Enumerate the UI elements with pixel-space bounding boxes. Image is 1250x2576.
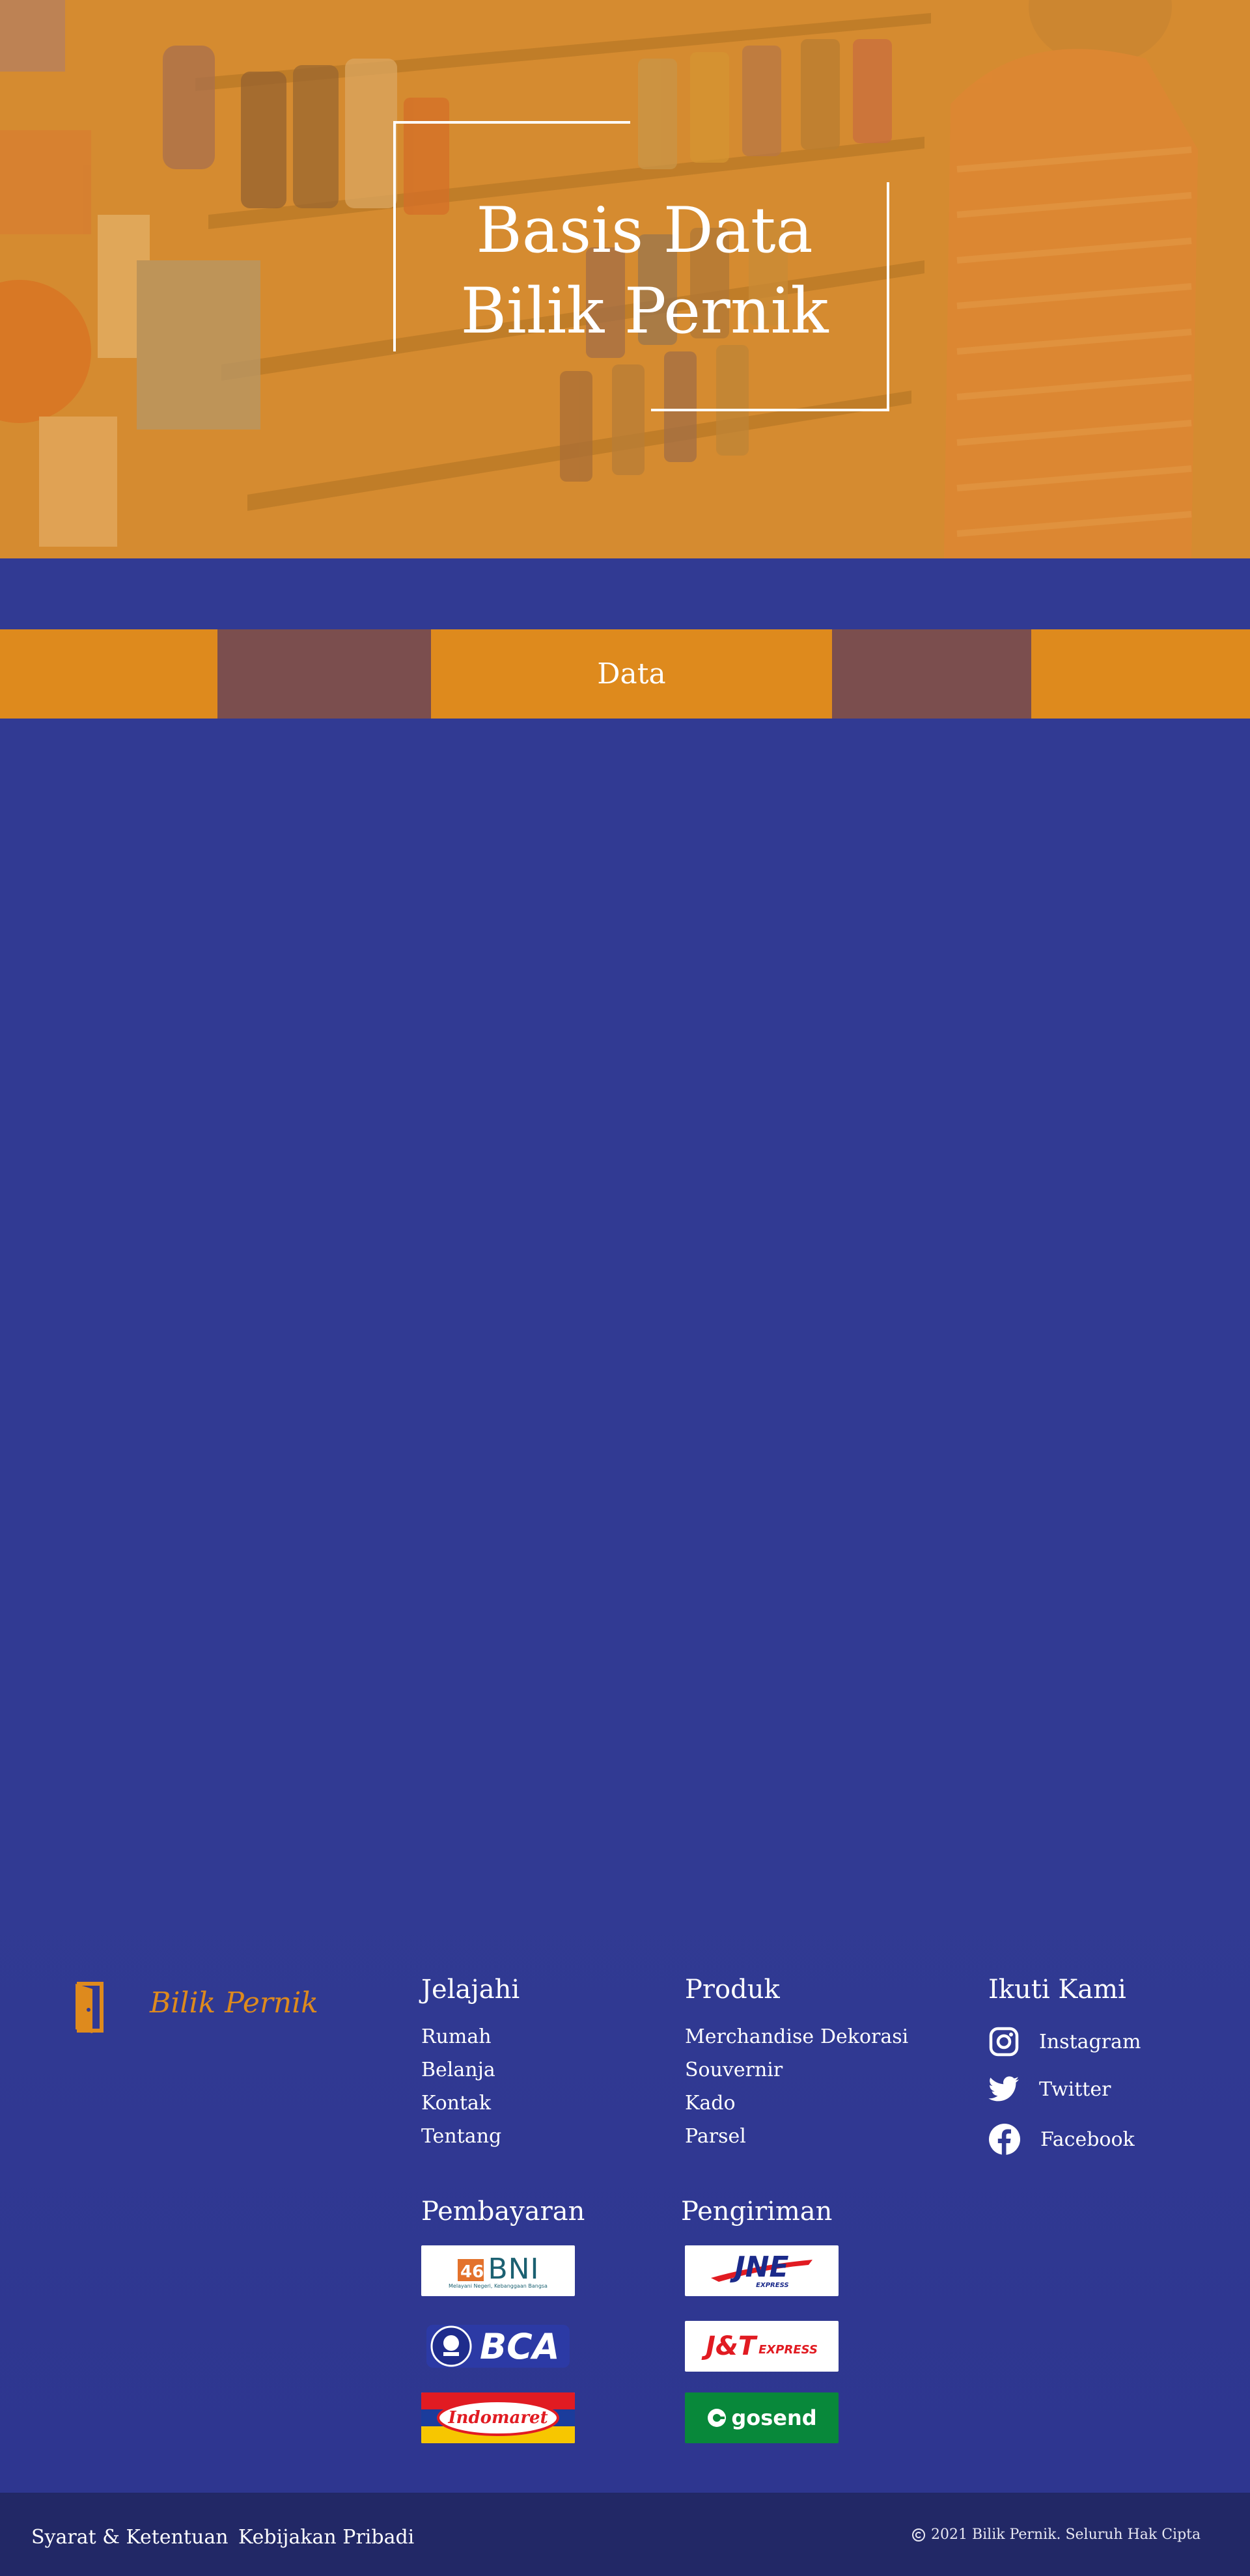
svg-text:46: 46 xyxy=(460,2262,484,2282)
footer-logo[interactable] xyxy=(73,1981,105,2033)
bca-logo-text: BCA xyxy=(480,2326,560,2367)
jnt-logo-text: J&T xyxy=(706,2331,757,2361)
page-title-line1: Basis Data xyxy=(476,194,813,267)
twitter-icon xyxy=(988,2076,1019,2102)
indomaret-logo-text: Indomaret xyxy=(448,2408,548,2428)
site-footer xyxy=(0,1881,1250,2493)
footer-payment-title: Pembayaran xyxy=(421,2197,585,2227)
social-twitter[interactable]: Twitter xyxy=(988,2076,1111,2102)
tab-data[interactable]: Data xyxy=(431,629,832,719)
tab-left-empty[interactable] xyxy=(217,629,431,719)
social-instagram-label: Instagram xyxy=(1039,2030,1141,2053)
social-facebook[interactable]: Facebook xyxy=(988,2123,1135,2156)
tab-bar: Data xyxy=(0,629,1250,719)
bni-logo: 46 BNI Melayani Negeri, Kebanggaan Bangs… xyxy=(421,2245,575,2296)
jne-logo-sub: EXPRESS xyxy=(756,2281,789,2289)
gosend-logo: gosend xyxy=(685,2392,839,2443)
footer-link-about[interactable]: Tentang xyxy=(421,2125,501,2148)
social-instagram[interactable]: Instagram xyxy=(988,2026,1141,2057)
footer-link-home[interactable]: Rumah xyxy=(421,2025,492,2048)
page-title: Basis Data Bilik Pernik xyxy=(404,190,885,351)
footer-link-decoration[interactable]: Dekorasi xyxy=(820,2025,908,2048)
hero-banner: Basis Data Bilik Pernik xyxy=(0,0,1250,558)
jnt-logo-sub: EXPRESS xyxy=(758,2342,818,2357)
privacy-link[interactable]: Kebijakan Pribadi xyxy=(238,2526,414,2549)
gosend-mark-icon xyxy=(708,2409,727,2427)
footer-link-contact[interactable]: Kontak xyxy=(421,2092,491,2115)
jne-logo-text: JNE xyxy=(734,2250,789,2284)
terms-link[interactable]: Syarat & Ketentuan xyxy=(31,2526,229,2549)
copyright-text: 2021 Bilik Pernik. Seluruh Hak Cipta xyxy=(931,2527,1201,2543)
footer-follow-title: Ikuti Kami xyxy=(988,1975,1126,2005)
footer-link-souvenir[interactable]: Souvernir xyxy=(685,2059,783,2081)
footer-products-title: Produk xyxy=(685,1975,780,2005)
copyright-icon xyxy=(912,2528,925,2542)
footer-brand-name: Bilik Pernik xyxy=(150,1986,318,2020)
bni-logo-text: BNI xyxy=(488,2253,540,2286)
footer-shipping-title: Pengiriman xyxy=(681,2197,833,2227)
gosend-logo-text: gosend xyxy=(731,2405,817,2430)
bca-logo: BCA xyxy=(421,2321,575,2372)
door-logo-icon xyxy=(76,1982,104,2033)
facebook-icon xyxy=(989,2124,1020,2156)
tab-right-empty[interactable] xyxy=(832,629,1031,719)
footer-explore-title: Jelajahi xyxy=(421,1975,520,2005)
page-title-line2: Bilik Pernik xyxy=(460,275,829,348)
indomaret-logo: Indomaret xyxy=(421,2392,575,2443)
footer-link-gift[interactable]: Kado xyxy=(685,2092,736,2115)
bni-mark-icon: 46 xyxy=(458,2258,484,2282)
bni-logo-tagline: Melayani Negeri, Kebanggaan Bangsa xyxy=(449,2283,548,2289)
footer-link-shop[interactable]: Belanja xyxy=(421,2059,495,2081)
jnt-logo: J&T EXPRESS xyxy=(685,2321,839,2372)
copyright: 2021 Bilik Pernik. Seluruh Hak Cipta xyxy=(911,2527,1201,2543)
footer-link-parcel[interactable]: Parsel xyxy=(685,2125,746,2148)
social-twitter-label: Twitter xyxy=(1039,2077,1111,2101)
instagram-icon xyxy=(989,2027,1019,2057)
jne-logo: JNE EXPRESS xyxy=(685,2245,839,2296)
footer-link-merchandise[interactable]: Merchandise xyxy=(685,2025,814,2048)
social-facebook-label: Facebook xyxy=(1040,2128,1135,2151)
